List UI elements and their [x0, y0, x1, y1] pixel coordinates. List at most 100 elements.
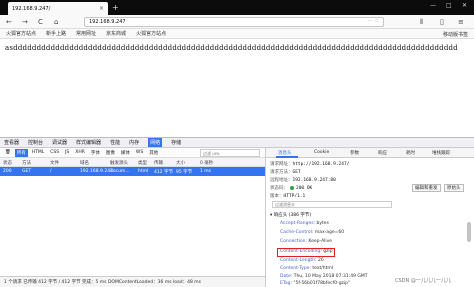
response-header-item: Content-Type: text/html [280, 266, 334, 271]
request-size: 95 字节 [176, 170, 193, 175]
column-timeline[interactable]: 0 毫秒 [200, 160, 213, 166]
page-body-text: asdddddddddddddddddddddddddddddddddddddd… [5, 44, 458, 52]
sidebar-icon[interactable]: ▯ [440, 18, 444, 26]
request-status: 200 [3, 169, 12, 174]
raw-headers-button[interactable]: 原始头 [444, 184, 464, 192]
column-method[interactable]: 方法 [22, 160, 31, 166]
forward-icon[interactable]: → [22, 18, 28, 26]
network-status-bar: 1 个请求 已传输 412 字节 / 412 字节 完成：5 ms DOMCon… [0, 276, 265, 287]
devtools-inspector-tab[interactable]: 查看器 [4, 139, 19, 146]
tab-cookies[interactable]: Cookie [314, 150, 329, 155]
filter-css[interactable]: CSS [48, 149, 61, 156]
request-url-label: 请求网址： [270, 162, 293, 167]
url-filter-input[interactable] [200, 149, 260, 157]
request-transferred: 412 字节 [154, 170, 174, 175]
clear-icon[interactable]: 🗑 [3, 149, 13, 156]
column-type[interactable]: 类型 [138, 160, 147, 166]
menu-icon[interactable]: ≡ [458, 18, 464, 26]
bookmark-item[interactable]: 火狐官方站点 [6, 30, 36, 37]
request-method: GET [22, 169, 32, 174]
response-header-item: Date: Thu, 10 May 2018 07:31:49 GMT [280, 274, 368, 279]
bookmarks-bar: 火狐官方站点 新手上路 常用网址 京东商城 火狐官方站点 移动版书签 [0, 29, 474, 39]
mobile-bookmarks[interactable]: 移动版书签 [443, 31, 468, 38]
remote-address-value: 192.168.9.247:80 [292, 178, 336, 183]
filter-all[interactable]: 所有 [14, 148, 28, 157]
back-icon[interactable]: ← [6, 18, 12, 26]
filter-html[interactable]: HTML [30, 149, 47, 156]
url-actions[interactable]: ··· ☆ [368, 18, 379, 24]
filter-other[interactable]: 其他 [147, 149, 160, 157]
header-filter-input[interactable] [272, 201, 392, 208]
column-transferred[interactable]: 传输 [154, 160, 163, 166]
column-status[interactable]: 状态 [3, 160, 12, 166]
filter-js[interactable]: JS [63, 149, 71, 156]
tab-stack-trace[interactable]: 堆栈跟踪 [432, 150, 450, 156]
request-domain: 192.168.9.247 [80, 169, 113, 174]
response-header-item: ETag: "5f-56b01f78bfecf0-gzip" [280, 281, 351, 286]
library-icon[interactable]: ⫴ [420, 18, 423, 26]
response-header-item: Connection: Keep-Alive [280, 239, 333, 244]
active-tab-indicator [276, 156, 298, 158]
tab-timings[interactable]: 耗时 [406, 150, 415, 156]
filter-images[interactable]: 图像 [104, 149, 117, 157]
url-bar[interactable]: 192.168.9.247 ··· ☆ [84, 17, 384, 27]
filter-fonts[interactable]: 字体 [89, 149, 102, 157]
devtools-console-tab[interactable]: 控制台 [28, 139, 43, 146]
status-ok-icon [290, 185, 294, 190]
bookmark-item[interactable]: 京东商城 [106, 30, 126, 37]
devtools-debugger-tab[interactable]: 调试器 [52, 139, 67, 146]
remote-address-line: 远程地址：192.168.9.247:80 [270, 177, 336, 183]
column-domain[interactable]: 域名 [80, 160, 89, 166]
response-header-item: Cache-Control: max-age=60 [280, 230, 345, 235]
bookmark-item[interactable]: 火狐官方站点 [136, 30, 166, 37]
tab-response[interactable]: 响应 [378, 150, 387, 156]
devtools-network-tab[interactable]: 网络 [148, 138, 163, 147]
devtools-storage-tab[interactable]: 存储 [171, 139, 181, 146]
request-url-line: 请求网址：http://192.168.9.247/ [270, 161, 349, 167]
tab-bar: 192.168.9.247/ × + — □ ✕ [0, 0, 474, 15]
version-line: 版本：HTTP/1.1 [270, 193, 305, 199]
minimize-icon[interactable]: — [430, 2, 436, 9]
bookmark-item[interactable]: 常用网址 [76, 30, 96, 37]
tab-params[interactable]: 参数 [350, 150, 359, 156]
url-text: 192.168.9.247 [89, 19, 126, 25]
column-cause[interactable]: 触发源头 [110, 160, 128, 166]
home-icon[interactable]: ⌂ [54, 18, 58, 26]
response-header-item: Accept-Ranges: bytes [280, 221, 329, 226]
new-tab-button[interactable]: + [112, 3, 119, 12]
close-window-icon[interactable]: ✕ [462, 2, 467, 9]
maximize-icon[interactable]: □ [446, 2, 452, 9]
details-tab-bar: 消息头 Cookie 参数 响应 耗时 堆栈跟踪 [266, 148, 474, 158]
tab-title: 192.168.9.247/ [12, 5, 51, 12]
response-header-item: Content-Length: 26 [280, 258, 324, 263]
edit-resend-button[interactable]: 编辑和重发 [412, 184, 441, 192]
column-file[interactable]: 文件 [50, 160, 59, 166]
network-filter-bar: 🗑 所有 HTML CSS JS XHR 字体 图像 媒体 WS 其他 [0, 148, 265, 158]
browser-tab[interactable]: 192.168.9.247/ × [8, 2, 108, 15]
devtools-style-editor-tab[interactable]: 样式编辑器 [76, 139, 101, 146]
devtools-performance-tab[interactable]: 性能 [110, 139, 120, 146]
page-content: asdddddddddddddddddddddddddddddddddddddd… [0, 39, 474, 136]
remote-address-label: 远程地址： [270, 178, 293, 183]
watermark: CSDN @一儿儿儿一儿儿 [395, 278, 451, 284]
filter-media[interactable]: 媒体 [119, 149, 132, 157]
filter-ws[interactable]: WS [134, 149, 145, 156]
highlight-box [277, 248, 335, 257]
status-code-line: 状态码： 200 OK [270, 185, 312, 191]
table-row[interactable]: 200 GET / 192.168.9.247 docum... html 41… [0, 167, 265, 176]
bookmark-item[interactable]: 新手上路 [46, 30, 66, 37]
column-size[interactable]: 大小 [176, 160, 185, 166]
filter-xhr[interactable]: XHR [73, 149, 87, 156]
request-cause: docum... [110, 169, 130, 174]
details-scrollbar[interactable] [467, 222, 471, 242]
devtools-memory-tab[interactable]: 内存 [129, 139, 139, 146]
request-method-line: 请求方法：GET [270, 169, 301, 175]
status-code-value: 200 OK [296, 186, 313, 191]
response-headers-toggle[interactable]: ▾ 响应头 (386 字节) [270, 212, 311, 218]
reload-icon[interactable]: C [38, 18, 43, 26]
version-label: 版本： [270, 194, 284, 199]
tab-close-icon[interactable]: × [99, 5, 104, 12]
request-method-value: GET [292, 170, 301, 175]
version-value: HTTP/1.1 [283, 194, 306, 199]
request-url-value: http://192.168.9.247/ [292, 162, 350, 167]
